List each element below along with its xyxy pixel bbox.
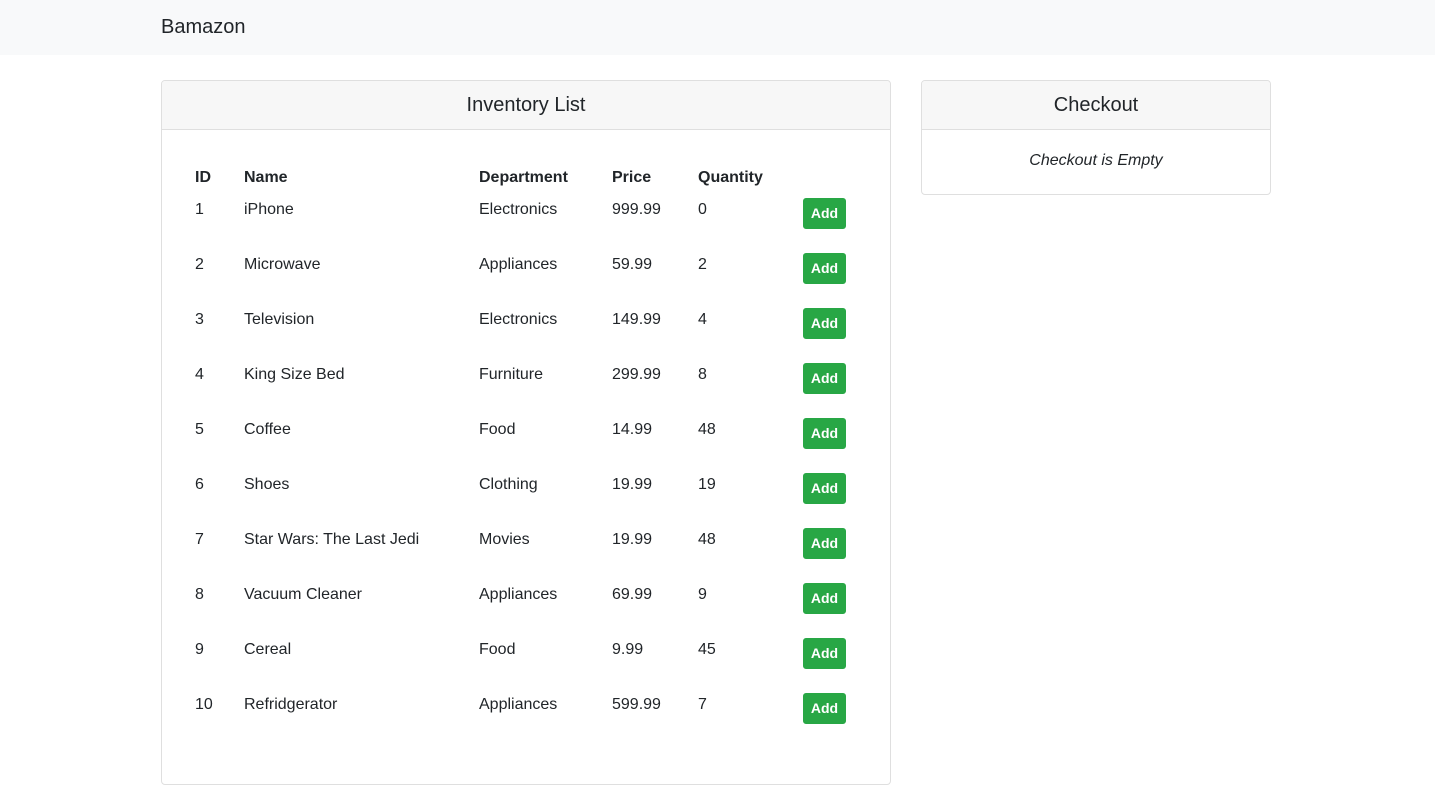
cell-id: 4 (195, 366, 204, 383)
navbar: Bamazon (0, 0, 1435, 55)
table-row: 1 iPhone Electronics 999.99 0 Add (183, 194, 873, 249)
table-row: 5 Coffee Food 14.99 48 Add (183, 414, 873, 469)
cell-id: 1 (195, 201, 204, 218)
add-to-checkout-button[interactable]: Add (803, 693, 846, 724)
cell-price: 599.99 (612, 696, 661, 713)
column-header-name: Name (244, 168, 288, 186)
table-header-row: ID Name Department Price Quantity (183, 161, 873, 194)
cell-department: Appliances (479, 256, 558, 273)
cell-action: Add (791, 689, 873, 744)
cell-department: Clothing (479, 476, 538, 493)
cell-id: 2 (195, 256, 204, 273)
cell-quantity: 2 (698, 256, 707, 273)
table-row: 6 Shoes Clothing 19.99 19 Add (183, 469, 873, 524)
table-row: 10 Refridgerator Appliances 599.99 7 Add (183, 689, 873, 744)
cell-action: Add (791, 359, 873, 414)
cell-department: Electronics (479, 311, 558, 328)
cell-price: 19.99 (612, 531, 653, 548)
cell-name: Star Wars: The Last Jedi (244, 531, 420, 548)
cell-price: 69.99 (612, 586, 653, 603)
cell-price: 14.99 (612, 421, 653, 438)
cell-name: Coffee (244, 421, 291, 438)
cell-action: Add (791, 469, 873, 524)
cell-quantity: 8 (698, 366, 707, 383)
cell-department: Food (479, 641, 516, 658)
add-to-checkout-button[interactable]: Add (803, 473, 846, 504)
cell-id: 5 (195, 421, 204, 438)
cell-price: 999.99 (612, 201, 661, 218)
cell-id: 3 (195, 311, 204, 328)
cell-id: 10 (195, 696, 213, 713)
cell-name: Microwave (244, 256, 321, 273)
inventory-card: Inventory List ID Name Department Price … (161, 80, 891, 785)
table-row: 3 Television Electronics 149.99 4 Add (183, 304, 873, 359)
column-header-id: ID (195, 168, 211, 186)
cell-price: 9.99 (612, 641, 644, 658)
cell-quantity: 48 (698, 531, 716, 548)
cell-id: 6 (195, 476, 204, 493)
cell-action: Add (791, 579, 873, 634)
cell-price: 149.99 (612, 311, 661, 328)
inventory-card-title: Inventory List (162, 81, 890, 130)
table-row: 4 King Size Bed Furniture 299.99 8 Add (183, 359, 873, 414)
add-to-checkout-button[interactable]: Add (803, 198, 846, 229)
column-header-price: Price (612, 168, 652, 186)
cell-name: Cereal (244, 641, 292, 658)
column-header-department: Department (479, 168, 568, 186)
cell-name: Television (244, 311, 315, 328)
cell-price: 19.99 (612, 476, 653, 493)
cell-quantity: 45 (698, 641, 716, 658)
add-to-checkout-button[interactable]: Add (803, 308, 846, 339)
column-header-action (791, 161, 873, 194)
cell-department: Furniture (479, 366, 544, 383)
column-header-quantity: Quantity (698, 168, 763, 186)
cell-price: 299.99 (612, 366, 661, 383)
add-to-checkout-button[interactable]: Add (803, 418, 846, 449)
cell-department: Electronics (479, 201, 558, 218)
cell-name: iPhone (244, 201, 294, 218)
brand-link[interactable]: Bamazon (161, 15, 246, 39)
cell-quantity: 4 (698, 311, 707, 328)
cell-price: 59.99 (612, 256, 653, 273)
table-row: 9 Cereal Food 9.99 45 Add (183, 634, 873, 689)
cell-action: Add (791, 634, 873, 689)
cell-action: Add (791, 249, 873, 304)
cell-quantity: 7 (698, 696, 707, 713)
add-to-checkout-button[interactable]: Add (803, 363, 846, 394)
cell-id: 8 (195, 586, 204, 603)
cell-name: Shoes (244, 476, 290, 493)
cell-id: 7 (195, 531, 204, 548)
cell-department: Movies (479, 531, 530, 548)
add-to-checkout-button[interactable]: Add (803, 528, 846, 559)
table-row: 7 Star Wars: The Last Jedi Movies 19.99 48 Ad… (183, 524, 873, 579)
add-to-checkout-button[interactable]: Add (803, 253, 846, 284)
cell-quantity: 48 (698, 421, 716, 438)
add-to-checkout-button[interactable]: Add (803, 638, 846, 669)
checkout-card: Checkout Checkout is Empty (921, 80, 1271, 195)
cell-department: Appliances (479, 696, 558, 713)
table-row: 8 Vacuum Cleaner Appliances 69.99 9 Add (183, 579, 873, 634)
cell-department: Appliances (479, 586, 558, 603)
cell-quantity: 0 (698, 201, 707, 218)
inventory-table-body: 1 iPhone Electronics 999.99 0 Add 2 Microwave Ap… (183, 194, 873, 744)
cell-action: Add (791, 524, 873, 579)
cell-action: Add (791, 414, 873, 469)
cell-action: Add (791, 304, 873, 359)
checkout-empty-message: Checkout is Empty (1029, 152, 1163, 169)
cell-quantity: 19 (698, 476, 716, 493)
cell-department: Food (479, 421, 516, 438)
inventory-table: ID Name Department Price Quantity 1 iPhon… (183, 161, 873, 744)
table-row: 2 Microwave Appliances 59.99 2 Add (183, 249, 873, 304)
cell-action: Add (791, 194, 873, 249)
cell-name: King Size Bed (244, 366, 345, 383)
cell-name: Refridgerator (244, 696, 338, 713)
cell-id: 9 (195, 641, 204, 658)
cell-name: Vacuum Cleaner (244, 586, 362, 603)
checkout-card-title: Checkout (922, 81, 1270, 130)
add-to-checkout-button[interactable]: Add (803, 583, 846, 614)
cell-quantity: 9 (698, 586, 707, 603)
